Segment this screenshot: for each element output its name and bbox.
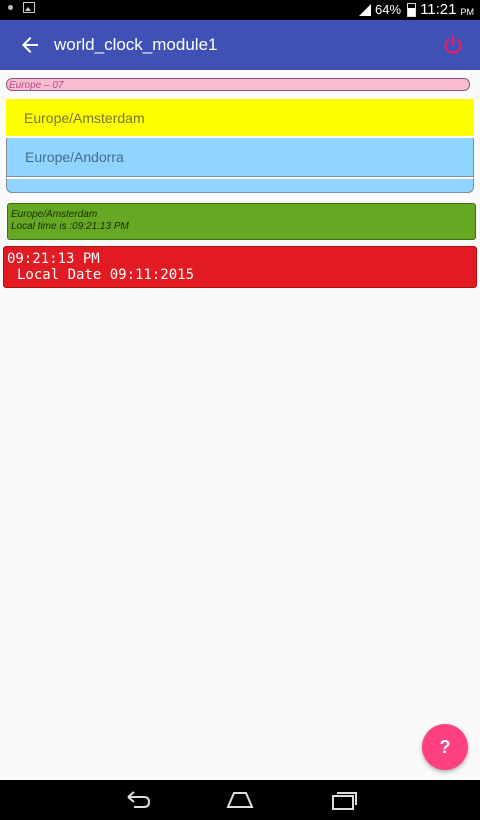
page-title: world_clock_module1 [54, 35, 218, 54]
selected-zone-info: Europe/Amsterdam Local time is :09:21:13… [7, 203, 476, 240]
selected-zone-name: Europe/Amsterdam [11, 209, 98, 220]
arrow-left-icon[interactable] [18, 33, 42, 57]
battery-icon [407, 2, 417, 17]
clock-time: 09:21:13 PM [7, 251, 100, 267]
status-right: 64% 11:21 PM [359, 1, 474, 18]
list-item-europe-amsterdam[interactable]: Europe/Amsterdam [6, 99, 474, 138]
clock-date: Local Date 09:11:2015 [17, 267, 195, 283]
timezone-list[interactable]: Europe/Amsterdam Europe/Andorra [6, 99, 474, 195]
list-item-europe-andorra[interactable]: Europe/Andorra [6, 138, 474, 177]
battery-percent: 64% [375, 2, 402, 17]
system-nav-bar [0, 780, 480, 820]
clock-display: 09:21:13 PM Local Date 09:11:2015 [3, 246, 477, 288]
help-fab-button[interactable]: ? [422, 724, 468, 770]
home-nav-icon[interactable] [224, 788, 256, 812]
status-time: 11:21 [420, 1, 457, 18]
status-bar: 64% 11:21 PM [0, 0, 480, 20]
selected-zone-local-time: Local time is :09:21:13 PM [11, 221, 129, 232]
notification-dot-icon [8, 5, 13, 10]
zone-group-header: Europe – 07 [6, 78, 470, 91]
power-icon[interactable] [442, 34, 464, 56]
recent-apps-icon[interactable] [328, 788, 360, 812]
image-icon [23, 2, 35, 13]
back-nav-icon[interactable] [122, 788, 154, 812]
status-left [8, 2, 35, 13]
list-item-partial[interactable] [6, 177, 474, 193]
status-ampm: PM [460, 6, 475, 17]
app-toolbar: world_clock_module1 [0, 20, 480, 70]
signal-icon [359, 3, 372, 16]
